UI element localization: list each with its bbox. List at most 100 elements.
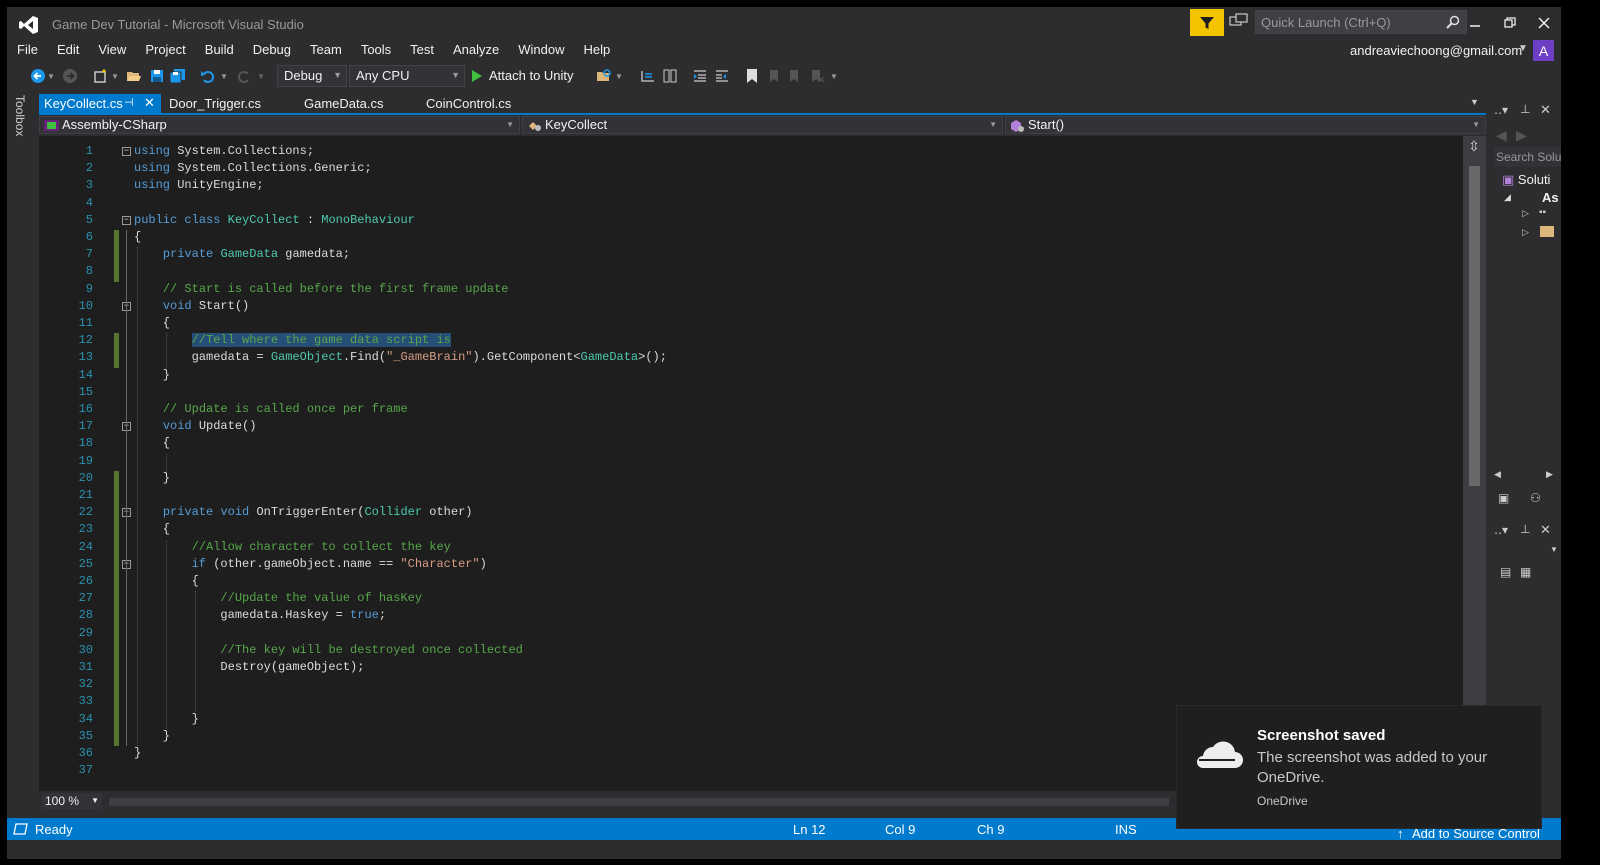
code-line[interactable]: using System.Collections.Generic; <box>134 161 372 175</box>
indent-button[interactable] <box>713 67 731 85</box>
pin-icon[interactable]: ⊥ <box>1520 522 1530 536</box>
scrollbar-thumb[interactable] <box>1469 166 1480 486</box>
menu-project[interactable]: Project <box>135 40 194 60</box>
solution-view-button[interactable] <box>661 67 679 85</box>
code-line[interactable]: } <box>134 729 170 743</box>
code-line[interactable]: // Start is called before the first fram… <box>134 282 509 296</box>
new-dropdown-chevron-icon[interactable]: ▼ <box>111 67 119 85</box>
save-all-button[interactable] <box>169 67 187 85</box>
quick-launch-input[interactable] <box>1256 14 1436 30</box>
code-line[interactable]: //Update the value of hasKey <box>134 591 422 605</box>
editor-vertical-scrollbar[interactable] <box>1463 136 1486 791</box>
back-icon[interactable]: ◀ <box>1496 127 1507 144</box>
code-line[interactable]: //The key will be destroyed once collect… <box>134 643 522 657</box>
new-project-button[interactable] <box>92 67 110 85</box>
avatar[interactable]: A <box>1533 40 1554 61</box>
solution-tree-item[interactable]: ▣ Soluti <box>1502 172 1550 188</box>
close-panel-icon[interactable]: ✕ <box>1540 102 1551 118</box>
notifications-filter-button[interactable] <box>1190 9 1224 36</box>
collapse-arrow-icon[interactable]: ▷ <box>1522 208 1529 219</box>
code-line[interactable]: void Update() <box>134 419 257 433</box>
project-tree-item[interactable]: As <box>1542 190 1559 205</box>
panel-options-chevron-icon[interactable]: ‥▾ <box>1494 103 1508 117</box>
menu-test[interactable]: Test <box>400 40 443 60</box>
redo-dropdown-chevron-icon[interactable]: ▼ <box>257 67 265 85</box>
pin-icon[interactable]: ⊥ <box>1520 102 1530 116</box>
project-select[interactable]: Assembly-CSharp ▼ <box>39 116 520 134</box>
step-into-button[interactable] <box>639 67 657 85</box>
find-dropdown-chevron-icon[interactable]: ▼ <box>615 67 623 85</box>
editor-horizontal-scrollbar[interactable] <box>109 798 1169 806</box>
bookmark-button[interactable] <box>743 67 761 85</box>
code-line[interactable]: private void OnTriggerEnter(Collider oth… <box>134 505 473 519</box>
search-icon[interactable] <box>1446 15 1460 29</box>
code-line[interactable]: //Tell where the game data script is <box>134 333 451 348</box>
menu-build[interactable]: Build <box>195 40 243 60</box>
zoom-select[interactable]: 100 % ▼ <box>42 793 102 809</box>
solution-explorer-tab-icon[interactable]: ▣ <box>1498 491 1509 505</box>
property-pages-icon[interactable]: ▦ <box>1520 565 1531 579</box>
close-tab-icon[interactable]: ✕ <box>144 95 155 111</box>
save-button[interactable] <box>148 67 166 85</box>
navigate-forward-button[interactable] <box>61 67 79 85</box>
categorized-icon[interactable]: ▤ <box>1500 565 1511 579</box>
onedrive-notification[interactable]: Screenshot saved The screenshot was adde… <box>1176 705 1542 829</box>
tab-keycollect[interactable]: KeyCollect.cs ⊣ ✕ <box>39 94 161 113</box>
back-dropdown-chevron-icon[interactable]: ▼ <box>47 67 55 85</box>
code-line[interactable]: private GameData gamedata; <box>134 247 350 261</box>
code-line[interactable]: if (other.gameObject.name == "Character"… <box>134 557 487 571</box>
pin-icon[interactable]: ⊣ <box>124 96 134 109</box>
menu-file[interactable]: File <box>7 40 47 60</box>
code-line[interactable]: } <box>134 471 170 485</box>
menu-window[interactable]: Window <box>508 40 573 60</box>
member-select[interactable]: Start() ▼ <box>1005 116 1486 134</box>
redo-button[interactable] <box>235 67 253 85</box>
code-line[interactable]: } <box>134 746 141 760</box>
undo-dropdown-chevron-icon[interactable]: ▼ <box>220 67 228 85</box>
quick-launch-box[interactable] <box>1255 10 1467 34</box>
tab-gamedata[interactable]: GameData.cs <box>299 94 409 113</box>
code-line[interactable]: { <box>134 522 170 536</box>
code-line[interactable]: { <box>134 436 170 450</box>
tab-coincontrol[interactable]: CoinControl.cs <box>421 94 531 113</box>
previous-bookmark-button[interactable] <box>764 67 782 85</box>
open-file-button[interactable] <box>125 67 143 85</box>
code-line[interactable]: Destroy(gameObject); <box>134 660 364 674</box>
collapse-region-icon[interactable]: − <box>122 215 131 225</box>
collapse-region-icon[interactable]: − <box>122 147 131 156</box>
close-panel-icon[interactable]: ✕ <box>1540 522 1551 538</box>
undo-button[interactable] <box>199 67 217 85</box>
toolbar-overflow-chevron-icon[interactable]: ▼ <box>830 67 838 85</box>
menu-analyze[interactable]: Analyze <box>443 40 508 60</box>
panel-options-chevron-icon[interactable]: ‥▾ <box>1494 523 1508 537</box>
scroll-left-icon[interactable]: ◀ <box>1494 469 1501 480</box>
restore-button[interactable] <box>1499 13 1521 33</box>
menu-team[interactable]: Team <box>300 40 351 60</box>
code-line[interactable]: using UnityEngine; <box>134 178 264 192</box>
team-explorer-tab-icon[interactable]: ⚇ <box>1530 491 1541 505</box>
collapse-arrow-icon[interactable]: ▷ <box>1522 227 1529 238</box>
code-line[interactable]: //Allow character to collect the key <box>134 540 451 554</box>
split-editor-icon[interactable]: ⇳ <box>1466 138 1482 154</box>
code-line[interactable]: public class KeyCollect : MonoBehaviour <box>134 213 415 227</box>
expand-arrow-icon[interactable]: ◢ <box>1504 192 1511 203</box>
next-bookmark-button[interactable] <box>786 67 804 85</box>
code-line[interactable]: { <box>134 230 141 244</box>
code-line[interactable]: using System.Collections; <box>134 144 314 158</box>
code-line[interactable]: gamedata.Haskey = true; <box>134 608 386 622</box>
code-line[interactable]: { <box>134 316 170 330</box>
find-in-files-button[interactable] <box>595 67 613 85</box>
attach-to-unity-button[interactable]: Attach to Unity <box>471 68 574 83</box>
clear-bookmarks-button[interactable] <box>808 67 826 85</box>
account-email[interactable]: andreaviechoong@gmail.com <box>1350 43 1522 58</box>
tab-overflow-chevron-icon[interactable]: ▼ <box>1470 97 1479 107</box>
menu-view[interactable]: View <box>88 40 135 60</box>
forward-icon[interactable]: ▶ <box>1516 127 1527 144</box>
menu-tools[interactable]: Tools <box>351 40 400 60</box>
menu-help[interactable]: Help <box>574 40 620 60</box>
code-line[interactable]: // Update is called once per frame <box>134 402 408 416</box>
chevron-down-icon[interactable]: ▼ <box>1550 545 1558 554</box>
tab-door-trigger[interactable]: Door_Trigger.cs <box>164 94 284 113</box>
menu-debug[interactable]: Debug <box>243 40 300 60</box>
solution-search-input[interactable]: Search Solu <box>1494 147 1561 167</box>
